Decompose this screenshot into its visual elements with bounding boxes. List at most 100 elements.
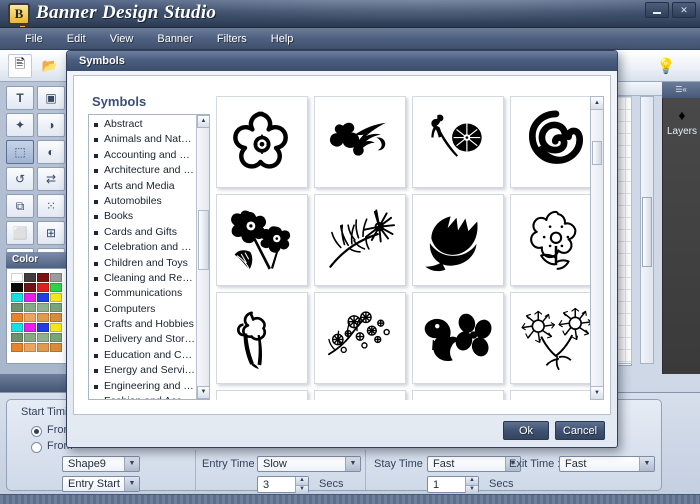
- entry-start-select[interactable]: Entry Start ▼: [62, 476, 140, 492]
- color-swatch[interactable]: [24, 343, 36, 352]
- stepper-up-icon-2[interactable]: ▲: [465, 477, 478, 485]
- symbol-cell[interactable]: [412, 390, 504, 400]
- color-swatch[interactable]: [24, 333, 36, 342]
- color-swatch[interactable]: [24, 303, 36, 312]
- symbol-cell[interactable]: [412, 96, 504, 188]
- color-swatch[interactable]: [50, 283, 62, 292]
- open-folder-icon[interactable]: 📂: [38, 54, 62, 78]
- new-document-icon[interactable]: 🖹: [8, 54, 32, 78]
- symbol-grid-scrollbar[interactable]: ▲ ▼: [590, 96, 604, 400]
- canvas-scroll-thumb[interactable]: [642, 197, 652, 267]
- color-swatch[interactable]: [50, 333, 62, 342]
- category-list-item[interactable]: Energy and Services: [91, 363, 196, 378]
- symbol-cell[interactable]: [510, 194, 602, 286]
- chevron-down-icon-3[interactable]: ▼: [345, 457, 360, 471]
- color-swatch[interactable]: [11, 333, 23, 342]
- color-swatch[interactable]: [50, 323, 62, 332]
- text-tool-icon[interactable]: T: [6, 86, 34, 110]
- stepper-up-icon-1[interactable]: ▲: [295, 477, 308, 485]
- color-swatch[interactable]: [37, 283, 49, 292]
- chevron-down-icon-2[interactable]: ▼: [124, 477, 139, 491]
- cancel-button[interactable]: Cancel: [555, 421, 605, 440]
- radio-from-1[interactable]: [31, 426, 42, 437]
- category-list-item[interactable]: Cleaning and Repair: [91, 271, 196, 286]
- color-swatch[interactable]: [37, 323, 49, 332]
- color-swatch[interactable]: [50, 293, 62, 302]
- color-swatch[interactable]: [50, 313, 62, 322]
- category-list-item[interactable]: Animals and Nature: [91, 132, 196, 147]
- lightbulb-icon[interactable]: 💡: [654, 54, 678, 78]
- color-swatch[interactable]: [37, 273, 49, 282]
- symbol-grid[interactable]: [216, 96, 602, 400]
- menu-item-file[interactable]: File: [14, 30, 54, 48]
- color-swatch[interactable]: [11, 293, 23, 302]
- category-scroll-up-icon[interactable]: ▲: [197, 115, 209, 128]
- color-swatch[interactable]: [50, 303, 62, 312]
- color-swatch[interactable]: [37, 343, 49, 352]
- rotate-tool-icon[interactable]: ↺: [6, 167, 34, 191]
- entry-time-select[interactable]: Slow ▼: [257, 456, 361, 472]
- shape-tool-icon[interactable]: ✦: [6, 113, 34, 137]
- symbol-scroll-down-icon[interactable]: ▼: [591, 386, 603, 399]
- color-swatch[interactable]: [24, 293, 36, 302]
- category-list-item[interactable]: Communications: [91, 286, 196, 301]
- color-swatch[interactable]: [11, 343, 23, 352]
- stay-time-select[interactable]: Fast ▼: [427, 456, 521, 472]
- symbol-cell[interactable]: [216, 96, 308, 188]
- radio-from-2[interactable]: [31, 442, 42, 453]
- symbol-cell[interactable]: [412, 292, 504, 384]
- align-tool-icon[interactable]: ⬜: [6, 221, 34, 245]
- symbol-scroll-thumb[interactable]: [592, 141, 602, 165]
- color-palette-grid[interactable]: [11, 273, 63, 352]
- group-tool-icon[interactable]: ⧉: [6, 194, 34, 218]
- category-list-item[interactable]: Abstract: [91, 117, 196, 132]
- stepper-down-icon-1[interactable]: ▼: [295, 485, 308, 493]
- category-list-item[interactable]: Arts and Media: [91, 179, 196, 194]
- entry-secs-stepper[interactable]: 3 ▲ ▼: [257, 476, 309, 493]
- color-swatch[interactable]: [11, 323, 23, 332]
- image-tool-icon[interactable]: ▣: [37, 86, 65, 110]
- gradient-tool-icon[interactable]: ◐: [37, 140, 65, 164]
- category-scroll-down-icon[interactable]: ▼: [197, 386, 209, 399]
- menu-item-help[interactable]: Help: [260, 30, 305, 48]
- color-swatch[interactable]: [11, 313, 23, 322]
- category-list-item[interactable]: Cards and Gifts: [91, 225, 196, 240]
- category-list-item[interactable]: Computers: [91, 302, 196, 317]
- category-list-item[interactable]: Crafts and Hobbies: [91, 317, 196, 332]
- symbol-cell[interactable]: [510, 292, 602, 384]
- color-swatch[interactable]: [11, 303, 23, 312]
- color-swatch[interactable]: [11, 283, 23, 292]
- category-list-item[interactable]: Accounting and Finance: [91, 148, 196, 163]
- color-swatch[interactable]: [11, 273, 23, 282]
- stepper-down-icon-2[interactable]: ▼: [465, 485, 478, 493]
- color-swatch[interactable]: [24, 273, 36, 282]
- symbol-cell[interactable]: [314, 194, 406, 286]
- symbol-scroll-up-icon[interactable]: ▲: [591, 97, 603, 110]
- color-swatch[interactable]: [37, 313, 49, 322]
- category-scroll-thumb[interactable]: [198, 210, 209, 270]
- color-swatch[interactable]: [24, 323, 36, 332]
- symbol-cell[interactable]: [216, 292, 308, 384]
- category-list-item[interactable]: Delivery and Storage: [91, 332, 196, 347]
- menu-item-view[interactable]: View: [99, 30, 145, 48]
- color-swatch[interactable]: [24, 313, 36, 322]
- layers-icon[interactable]: ♦: [673, 106, 691, 124]
- shape-select[interactable]: Shape9 ▼: [62, 456, 140, 472]
- exit-time-select[interactable]: Fast ▼: [559, 456, 655, 472]
- color-swatch[interactable]: [24, 283, 36, 292]
- color-swatch[interactable]: [37, 303, 49, 312]
- chevron-down-icon[interactable]: ▼: [124, 457, 139, 471]
- symbol-tool-icon[interactable]: ◑: [37, 113, 65, 137]
- symbol-cell[interactable]: [314, 96, 406, 188]
- category-list-item[interactable]: Architecture and Const...: [91, 163, 196, 178]
- category-list[interactable]: Abstract Animals and Nature Accounting and…: [89, 115, 196, 399]
- close-button[interactable]: ✕: [672, 2, 696, 18]
- category-list-item[interactable]: Books: [91, 209, 196, 224]
- flip-tool-icon[interactable]: ⇄: [37, 167, 65, 191]
- category-list-item[interactable]: Automobiles: [91, 194, 196, 209]
- menu-item-edit[interactable]: Edit: [56, 30, 97, 48]
- stay-secs-stepper[interactable]: 1 ▲ ▼: [427, 476, 479, 493]
- menu-item-filters[interactable]: Filters: [206, 30, 258, 48]
- button-tool-icon[interactable]: ⬚: [6, 140, 34, 164]
- category-list-item[interactable]: Celebration and Events: [91, 240, 196, 255]
